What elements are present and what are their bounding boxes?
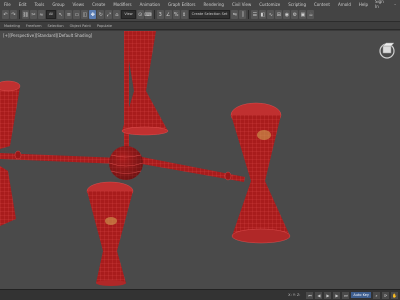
menu-bar: File Edit Tools Group Views Create Modif… [0, 0, 400, 9]
coordinate-readout: X: Y: Z: [288, 293, 301, 297]
render-production-icon[interactable]: ☕ [307, 10, 315, 19]
center-sphere[interactable] [108, 146, 144, 180]
perspective-viewport[interactable]: [+][Perspective][Standard][Default Shadi… [0, 31, 400, 289]
menu-modifiers[interactable]: Modifiers [109, 2, 135, 7]
menu-views[interactable]: Views [69, 2, 89, 7]
menu-create[interactable]: Create [88, 2, 109, 7]
select-move-icon[interactable]: ✥ [89, 10, 97, 19]
lamp-shade-bottom[interactable] [86, 181, 134, 286]
menu-graph-editors[interactable]: Graph Editors [164, 2, 199, 7]
menu-civil-view[interactable]: Civil View [228, 2, 255, 7]
menu-group[interactable]: Group [48, 2, 68, 7]
lamp-shade-right[interactable] [230, 102, 291, 244]
menu-rendering[interactable]: Rendering [200, 2, 228, 7]
go-to-end-icon[interactable]: ⏭ [342, 291, 350, 299]
angle-snap-icon[interactable]: ∠ [164, 10, 172, 19]
menu-animation[interactable]: Animation [136, 2, 164, 7]
menu-arnold[interactable]: Arnold [334, 2, 355, 7]
redo-icon[interactable]: ↷ [10, 10, 17, 19]
material-editor-icon[interactable]: ◉ [283, 10, 291, 19]
next-frame-icon[interactable]: ▶ [333, 291, 341, 299]
align-icon[interactable]: ⫿ [239, 10, 247, 19]
snaps-toggle-icon[interactable]: 3 [156, 10, 164, 19]
toolbar-divider [153, 10, 155, 19]
menu-file[interactable]: File [0, 2, 15, 7]
select-rotate-icon[interactable]: ↻ [97, 10, 105, 19]
go-to-start-icon[interactable]: ⏮ [306, 291, 314, 299]
previous-frame-icon[interactable]: ◀ [315, 291, 323, 299]
schematic-view-icon[interactable]: ⊞ [275, 10, 283, 19]
orbit-icon[interactable]: ⟳ [382, 291, 389, 299]
pivot-center-icon[interactable]: ⊙ [136, 10, 144, 19]
lamp-shade-left-upper[interactable] [0, 80, 21, 149]
rendered-frame-window-icon[interactable]: ▣ [299, 10, 307, 19]
viewcube-icon[interactable] [378, 41, 396, 59]
menu-scripting[interactable]: Scripting [284, 2, 310, 7]
toolbar-divider [248, 10, 250, 19]
select-by-name-icon[interactable]: ≡ [65, 10, 73, 19]
viewport-label[interactable]: [+][Perspective][Standard][Default Shadi… [3, 33, 92, 38]
chandelier-model[interactable] [0, 31, 400, 289]
ribbon-tab-selection[interactable]: Selection [48, 24, 64, 28]
ribbon-tab-modeling[interactable]: Modeling [4, 24, 20, 28]
link-icon[interactable]: ⛓ [22, 10, 29, 19]
status-controls: X: Y: Z: ⏮ ◀ ▶ ▶ ⏭ Auto Key ⌕ ⟳ ✋ [288, 291, 400, 299]
main-toolbar: ↶ ↷ ⛓ ✂ ≈ All ↖ ≡ ▭ ◫ ✥ ↻ ⤢ ⌂ View ⊙ ⌨ 3… [0, 8, 400, 22]
menu-edit[interactable]: Edit [15, 2, 31, 7]
toolbar-divider [19, 10, 20, 19]
ribbon-tab-object-paint[interactable]: Object Paint [70, 24, 91, 28]
unlink-icon[interactable]: ✂ [30, 10, 37, 19]
reference-coordinate-dropdown[interactable]: View [121, 10, 136, 19]
rectangular-selection-icon[interactable]: ▭ [73, 10, 81, 19]
curve-editor-icon[interactable]: ∿ [267, 10, 275, 19]
render-setup-icon[interactable]: ⚙ [291, 10, 299, 19]
scene-explorer-icon[interactable]: ☰ [251, 10, 259, 19]
menu-help[interactable]: Help [355, 2, 372, 7]
ribbon: Modeling Freeform Selection Object Paint… [0, 22, 400, 30]
menu-content[interactable]: Content [310, 2, 334, 7]
spinner-snap-icon[interactable]: ⇕ [180, 10, 188, 19]
named-selection-sets-dropdown[interactable]: Create Selection Set [188, 10, 231, 19]
minimize-icon[interactable]: – [393, 2, 398, 7]
selection-filter-dropdown[interactable]: All [46, 10, 57, 19]
play-icon[interactable]: ▶ [324, 291, 332, 299]
keyboard-shortcut-override-icon[interactable]: ⌨ [145, 10, 152, 19]
select-scale-icon[interactable]: ⤢ [105, 10, 113, 19]
mirror-icon[interactable]: ⇋ [231, 10, 239, 19]
window-crossing-icon[interactable]: ◫ [81, 10, 89, 19]
pan-icon[interactable]: ✋ [391, 291, 398, 299]
menu-customize[interactable]: Customize [255, 2, 284, 7]
percent-snap-icon[interactable]: % [172, 10, 180, 19]
undo-icon[interactable]: ↶ [2, 10, 9, 19]
select-object-icon[interactable]: ↖ [57, 10, 65, 19]
bind-space-warp-icon[interactable]: ≈ [38, 10, 45, 19]
auto-key-button[interactable]: Auto Key [351, 292, 371, 298]
menu-tools[interactable]: Tools [30, 2, 48, 7]
ribbon-tab-populate[interactable]: Populate [97, 24, 112, 28]
status-bar: X: Y: Z: ⏮ ◀ ▶ ▶ ⏭ Auto Key ⌕ ⟳ ✋ [0, 289, 400, 300]
ribbon-tab-freeform[interactable]: Freeform [26, 24, 42, 28]
zoom-icon[interactable]: ⌕ [373, 291, 380, 299]
layer-explorer-icon[interactable]: ◧ [259, 10, 267, 19]
select-place-icon[interactable]: ⌂ [113, 10, 121, 19]
lamp-shade-left-lower[interactable] [0, 166, 16, 226]
